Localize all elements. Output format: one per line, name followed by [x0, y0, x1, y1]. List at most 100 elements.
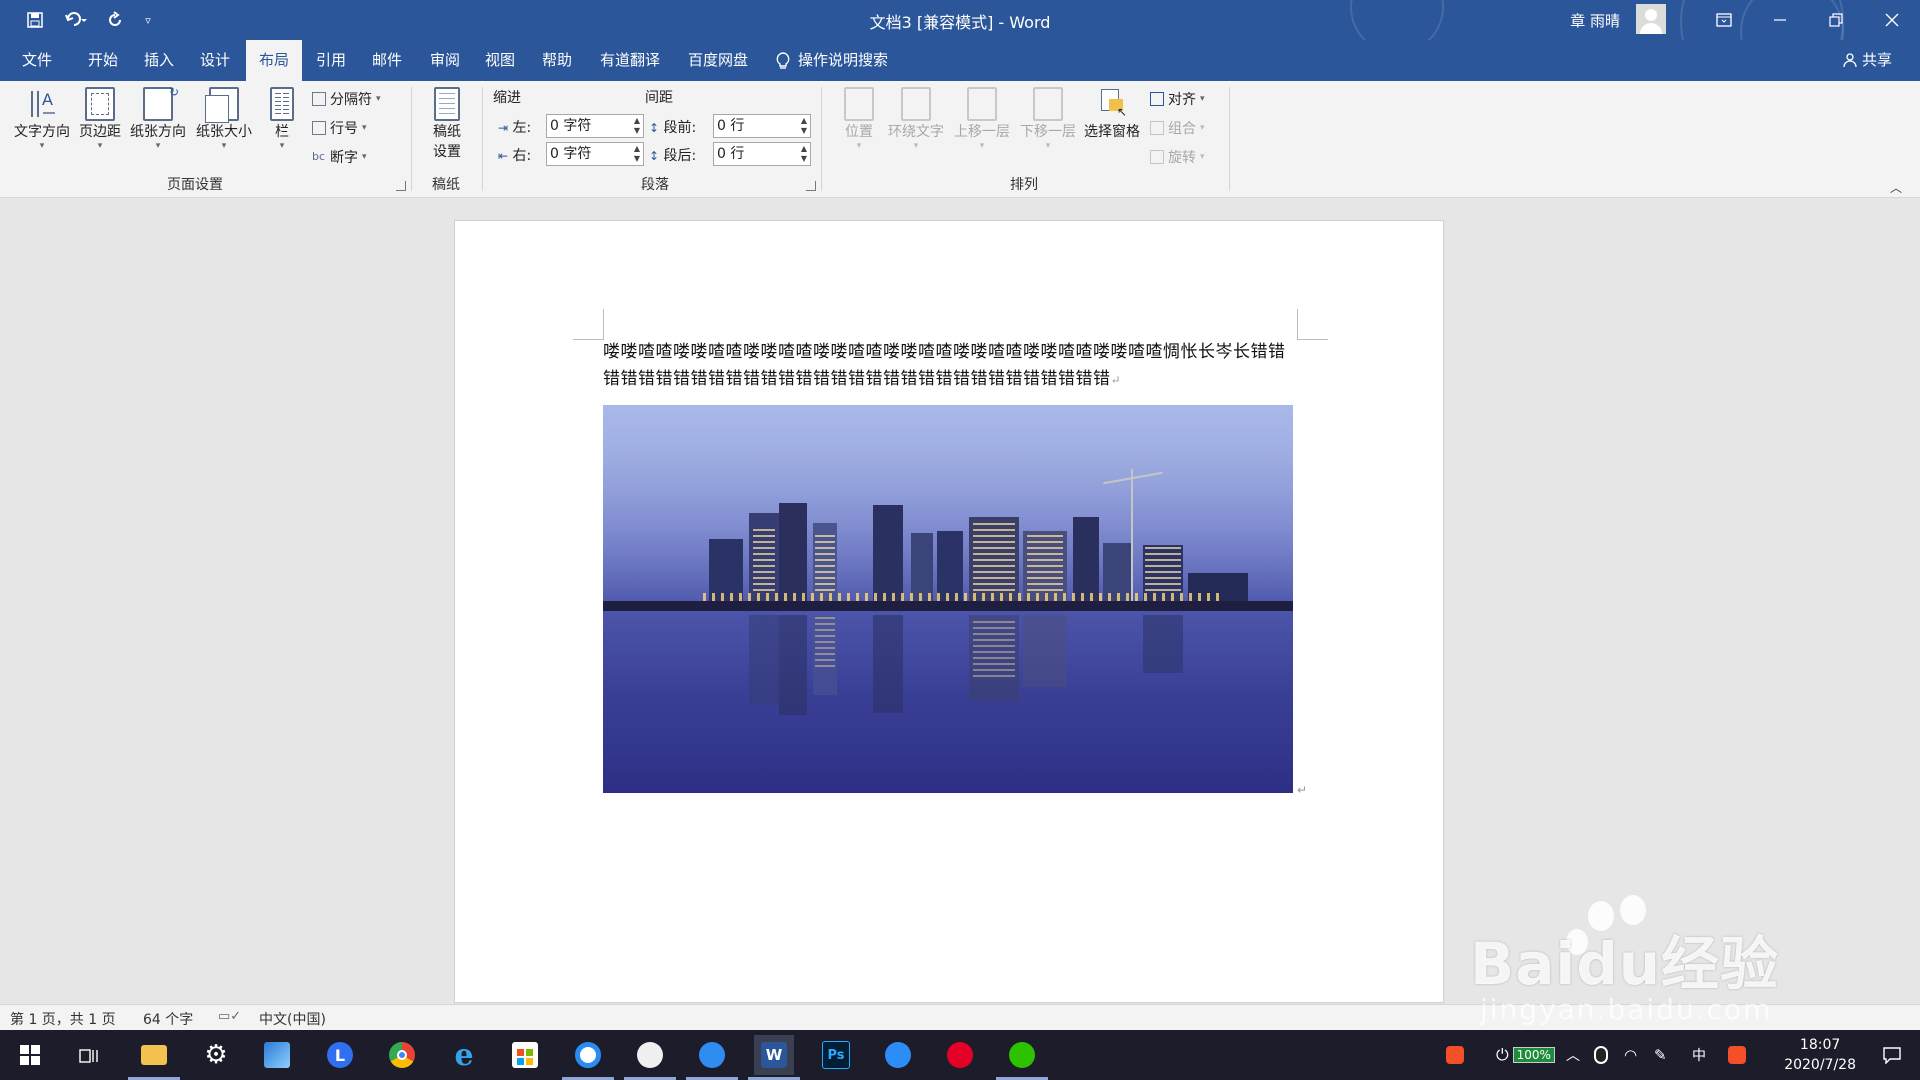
wechat-icon[interactable]	[996, 1035, 1048, 1080]
photos-icon[interactable]	[257, 1035, 297, 1075]
language[interactable]: 中文(中国)	[259, 1009, 326, 1029]
tab-design[interactable]: 设计	[190, 40, 240, 81]
user-name[interactable]: 章 雨晴	[1570, 10, 1620, 31]
tab-view[interactable]: 视图	[475, 40, 525, 81]
spacing-after-input[interactable]: 0 行 ▲ ▼	[713, 142, 811, 166]
margins-button[interactable]: 页边距 ▾	[76, 87, 124, 151]
ime-indicator[interactable]: 中	[1692, 1030, 1706, 1080]
paragraph-launcher-icon[interactable]	[806, 181, 816, 191]
size-button[interactable]: 纸张大小 ▾	[192, 87, 256, 151]
margins-icon	[85, 87, 115, 121]
qq-tray-icon[interactable]	[1594, 1030, 1608, 1080]
tab-help[interactable]: 帮助	[532, 40, 582, 81]
tab-mailings[interactable]: 邮件	[362, 40, 412, 81]
group-button[interactable]: 组合 ▾	[1150, 118, 1205, 138]
text-direction-button[interactable]: A 文字方向 ▾	[10, 87, 74, 151]
selection-pane-button[interactable]: ↖ 选择窗格	[1080, 87, 1144, 141]
tab-file[interactable]: 文件	[12, 40, 62, 81]
hyphenation-button[interactable]: bc 断字 ▾	[312, 147, 367, 167]
bring-forward-button[interactable]: 上移一层 ▾	[950, 87, 1014, 151]
feishu-icon[interactable]	[686, 1035, 738, 1080]
wrap-text-label: 环绕文字	[888, 124, 944, 140]
ribbon-display-icon[interactable]	[1696, 0, 1752, 40]
minimize-icon[interactable]	[1752, 0, 1808, 40]
position-button[interactable]: 位置 ▾	[838, 87, 880, 151]
lark-icon[interactable]: L	[320, 1035, 360, 1075]
clock[interactable]: 18:07 2020/7/28	[1784, 1035, 1856, 1075]
task-view-icon[interactable]	[70, 1035, 110, 1075]
watermark-subtext: jingyan.baidu.com	[1480, 993, 1773, 1026]
indent-title: 缩进	[493, 90, 521, 106]
bring-forward-icon	[967, 87, 997, 121]
sogou-icon[interactable]	[878, 1035, 918, 1075]
pen-icon[interactable]: ✎	[1654, 1030, 1667, 1080]
tab-youdao[interactable]: 有道翻译	[592, 40, 668, 81]
settings-icon[interactable]: ⚙	[196, 1035, 236, 1075]
orientation-button[interactable]: ↻ 纸张方向 ▾	[126, 85, 190, 151]
sogou-ime-icon[interactable]	[1728, 1030, 1746, 1080]
tell-me-label: 操作说明搜索	[798, 51, 889, 69]
tell-me-search[interactable]: 操作说明搜索	[776, 40, 888, 81]
spacing-before-input[interactable]: 0 行 ▲ ▼	[713, 114, 811, 138]
baidu-icon[interactable]	[624, 1035, 676, 1080]
paragraph-mark-icon: ↵	[1110, 373, 1122, 387]
collapse-ribbon-icon[interactable]: ︿	[1890, 179, 1902, 196]
qq-browser-icon[interactable]	[562, 1035, 614, 1080]
tab-baidu-netdisk[interactable]: 百度网盘	[680, 40, 756, 81]
document-page[interactable]: 喽喽喳喳喽喽喳喳喽喽喳喳喽喽喳喳喽喽喳喳喽喽喳喳喽喽喳喳喽喽喳喳惆怅长岑长错错错…	[454, 220, 1444, 1003]
wrap-text-button[interactable]: 环绕文字 ▾	[884, 87, 948, 151]
document-image[interactable]	[603, 405, 1293, 793]
manuscript-settings-button[interactable]: 稿纸 设置	[422, 87, 472, 161]
spinner-icon[interactable]: ▲ ▼	[801, 116, 807, 136]
rotate-button[interactable]: 旋转 ▾	[1150, 147, 1205, 167]
netease-music-icon[interactable]	[940, 1035, 980, 1075]
restore-icon[interactable]	[1808, 0, 1864, 40]
photoshop-icon[interactable]: Ps	[816, 1035, 856, 1075]
tray-overflow-icon[interactable]: ︿	[1566, 1030, 1580, 1080]
spinner-icon[interactable]: ▲ ▼	[801, 144, 807, 164]
battery-indicator[interactable]: ⏻ 100%	[1496, 1030, 1555, 1080]
tab-home[interactable]: 开始	[78, 40, 128, 81]
spacing-before-label: ↕ 段前:	[649, 120, 697, 136]
document-paragraph[interactable]: 喽喽喳喳喽喽喳喳喽喽喳喳喽喽喳喳喽喽喳喳喽喽喳喳喽喽喳喳喽喽喳喳惆怅长岑长错错错…	[603, 339, 1297, 394]
sogou-tray-icon[interactable]	[1446, 1030, 1464, 1080]
spinner-icon[interactable]: ▲ ▼	[634, 144, 640, 164]
page-setup-launcher-icon[interactable]	[396, 181, 406, 191]
store-icon[interactable]	[505, 1035, 545, 1075]
chrome-icon[interactable]	[382, 1035, 422, 1075]
word-icon[interactable]: W	[748, 1035, 800, 1080]
notifications-icon[interactable]	[1882, 1030, 1902, 1080]
watermark-text: Baidu经验	[1470, 930, 1780, 998]
share-button[interactable]: 共享	[1843, 40, 1892, 81]
undo-icon[interactable]	[58, 6, 94, 34]
share-label: 共享	[1861, 51, 1892, 69]
word-count[interactable]: 64 个字	[143, 1009, 193, 1029]
ie-icon[interactable]: e	[444, 1035, 484, 1075]
breaks-button[interactable]: 分隔符 ▾	[312, 89, 381, 109]
indent-left-input[interactable]: 0 字符 ▲ ▼	[546, 114, 644, 138]
customize-icon[interactable]: ▿	[138, 6, 158, 34]
redo-icon[interactable]	[102, 6, 128, 34]
tab-layout[interactable]: 布局	[246, 40, 302, 81]
send-backward-button[interactable]: 下移一层 ▾	[1016, 87, 1080, 151]
send-backward-icon	[1033, 87, 1063, 121]
group-icon	[1150, 121, 1164, 135]
page-count[interactable]: 第 1 页，共 1 页	[10, 1009, 116, 1029]
close-icon[interactable]	[1864, 0, 1920, 40]
tab-insert[interactable]: 插入	[134, 40, 184, 81]
spinner-icon[interactable]: ▲ ▼	[634, 116, 640, 136]
indent-right-input[interactable]: 0 字符 ▲ ▼	[546, 142, 644, 166]
columns-button[interactable]: 栏 ▾	[264, 87, 300, 151]
start-icon[interactable]	[10, 1035, 50, 1075]
line-numbers-button[interactable]: 行号 ▾	[312, 118, 367, 138]
proofing-icon[interactable]: ▭✓	[218, 1009, 241, 1024]
tab-review[interactable]: 审阅	[418, 40, 472, 81]
align-button[interactable]: 对齐 ▾	[1150, 89, 1205, 109]
columns-icon	[270, 87, 294, 121]
save-icon[interactable]	[22, 6, 48, 34]
wifi-icon[interactable]: ◠	[1624, 1030, 1637, 1080]
avatar[interactable]	[1636, 4, 1666, 34]
tab-references[interactable]: 引用	[306, 40, 356, 81]
file-explorer-icon[interactable]	[128, 1035, 180, 1080]
line-numbers-icon	[312, 121, 326, 135]
